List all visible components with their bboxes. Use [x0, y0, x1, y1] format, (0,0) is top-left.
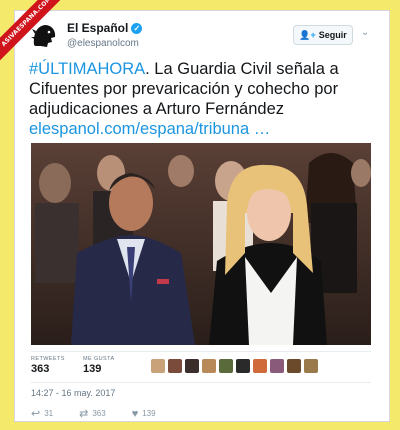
retweet-count: 363 [92, 409, 106, 418]
tweet-text: #ÚLTIMAHORA. La Guardia Civil señala a C… [29, 59, 379, 139]
verified-badge-icon: ✓ [131, 23, 143, 34]
liker-avatars [151, 359, 318, 373]
account-name[interactable]: El Español ✓ [67, 21, 143, 35]
tweet-actions: ↩ 31 ⇄ 363 ♥ 139 [31, 407, 182, 421]
likes-stat[interactable]: ME GUSTA 139 [83, 356, 115, 375]
chevron-down-icon[interactable]: ⌄ [361, 27, 369, 38]
liker-avatar[interactable] [253, 359, 267, 373]
liker-avatar[interactable] [185, 359, 199, 373]
account-name-text[interactable]: El Español [67, 21, 128, 35]
hashtag-link[interactable]: #ÚLTIMAHORA [29, 60, 145, 78]
heart-icon: ♥ [131, 407, 139, 420]
liker-avatar[interactable] [168, 359, 182, 373]
retweet-icon: ⇄ [79, 408, 89, 420]
retweets-value: 363 [31, 363, 50, 375]
retweets-stat[interactable]: RETWEETS 363 [31, 356, 65, 375]
like-count: 139 [142, 409, 156, 418]
liker-avatar[interactable] [304, 359, 318, 373]
follow-button[interactable]: 👤+ Seguir [293, 25, 353, 45]
liker-avatar[interactable] [236, 359, 250, 373]
likes-value: 139 [83, 363, 102, 375]
follow-button-label: Seguir [318, 30, 347, 40]
tweet-timestamp[interactable]: 14:27 - 16 may. 2017 [31, 388, 115, 398]
reply-count: 31 [44, 409, 54, 418]
liker-avatar[interactable] [287, 359, 301, 373]
reply-icon: ↩ [31, 408, 41, 420]
tweet-photo[interactable] [31, 143, 371, 345]
liker-avatar[interactable] [219, 359, 233, 373]
reply-button[interactable]: ↩ 31 [31, 407, 53, 420]
article-link[interactable]: elespanol.com/espana/tribuna … [29, 120, 270, 138]
engagement-stats: RETWEETS 363 ME GUSTA 139 [31, 351, 371, 383]
add-person-icon: 👤+ [299, 29, 316, 40]
retweet-button[interactable]: ⇄ 363 [79, 407, 106, 420]
liker-avatar[interactable] [151, 359, 165, 373]
like-button[interactable]: ♥ 139 [132, 408, 156, 420]
liker-avatar[interactable] [202, 359, 216, 373]
account-handle[interactable]: @elespanolcom [67, 38, 139, 49]
tweet-card: El Español ✓ @elespanolcom 👤+ Seguir ⌄ #Ú… [14, 10, 390, 422]
liker-avatar[interactable] [270, 359, 284, 373]
likes-label: ME GUSTA [83, 356, 115, 362]
retweets-label: RETWEETS [31, 356, 65, 362]
